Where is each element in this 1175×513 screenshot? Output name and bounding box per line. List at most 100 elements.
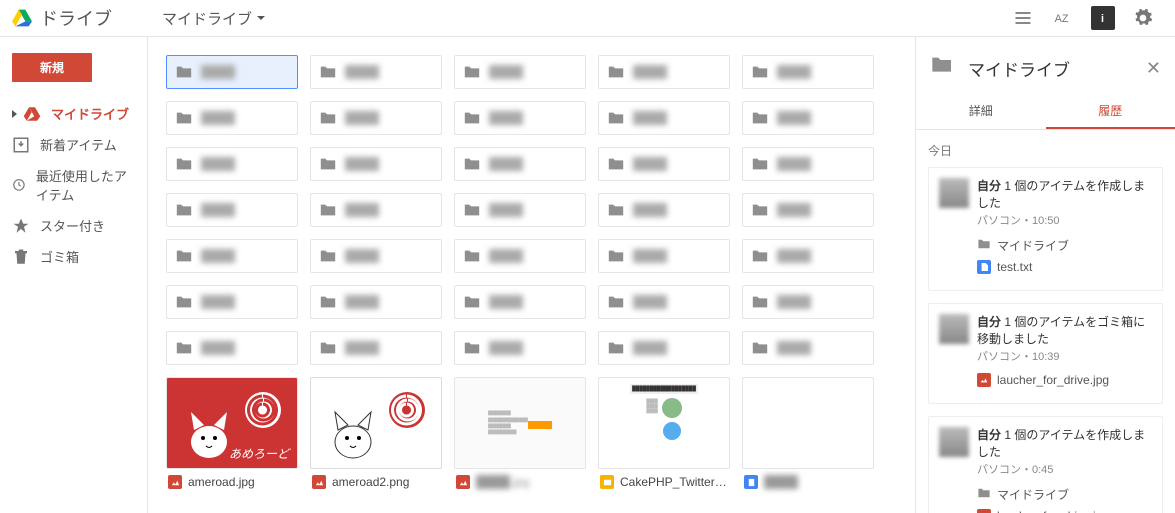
folder-tile[interactable]: ████ [310, 331, 442, 365]
file-tile[interactable]: ██████████████████████████████CakePHP_Tw… [598, 377, 730, 495]
folder-name: ████ [777, 341, 811, 355]
info-icon[interactable]: i [1091, 6, 1115, 30]
file-caption: CakePHP_TwitterA... [598, 469, 730, 495]
folder-tile[interactable]: ████ [166, 331, 298, 365]
sidebar-item-incoming[interactable]: 新着アイテム [0, 129, 147, 160]
folder-tile[interactable]: ████ [598, 55, 730, 89]
folder-tile[interactable]: ████ [742, 101, 874, 135]
file-type-icon [600, 475, 614, 489]
nav-label: 新着アイテム [40, 135, 117, 154]
panel-tabs: 詳細 履歴 [916, 94, 1175, 130]
folder-tile[interactable]: ████ [166, 55, 298, 89]
expand-icon [12, 110, 17, 118]
folder-name: ████ [345, 295, 379, 309]
day-label: 今日 [928, 142, 1163, 159]
folder-tile[interactable]: ████ [742, 239, 874, 273]
activity-file[interactable]: マイドライブ [977, 237, 1152, 254]
panel-body: 今日 自分 1 個のアイテムを作成しましたパソコン・10:50 マイドライブ tes… [916, 130, 1175, 513]
folder-tile[interactable]: ████ [166, 285, 298, 319]
folder-tile[interactable]: ████ [310, 55, 442, 89]
folder-name: ████ [201, 65, 235, 79]
file-tile[interactable]: ████ [742, 377, 874, 495]
tab-detail[interactable]: 詳細 [916, 94, 1046, 129]
sidebar-item-trash[interactable]: ゴミ箱 [0, 241, 147, 272]
folder-icon [175, 247, 193, 265]
folder-icon [607, 247, 625, 265]
file-type-icon [312, 475, 326, 489]
new-button[interactable]: 新規 [12, 53, 92, 82]
folder-tile[interactable]: ████ [598, 193, 730, 227]
folder-tile[interactable]: ████ [742, 147, 874, 181]
sidebar-item-mydrive[interactable]: マイドライブ [0, 98, 147, 129]
close-icon[interactable]: ✕ [1146, 58, 1161, 79]
folder-tile[interactable]: ████ [742, 285, 874, 319]
folder-tile[interactable]: ████ [742, 55, 874, 89]
folder-name: ████ [777, 111, 811, 125]
folder-tile[interactable]: ████ [454, 285, 586, 319]
file-tile[interactable]: ████████████████████████████████████████… [454, 377, 586, 495]
folder-tile[interactable]: ████ [598, 331, 730, 365]
file-caption: ████ [742, 469, 874, 495]
folder-tile[interactable]: ████ [598, 239, 730, 273]
gear-icon[interactable] [1131, 6, 1155, 30]
folder-tile[interactable]: ████ [598, 147, 730, 181]
incoming-icon [12, 136, 30, 154]
folder-name: ████ [345, 249, 379, 263]
folder-tile[interactable]: ████ [310, 147, 442, 181]
activity-file[interactable]: test.txt [977, 260, 1152, 274]
folder-icon [175, 63, 193, 81]
folder-icon [175, 293, 193, 311]
folder-tile[interactable]: ████ [166, 193, 298, 227]
sidebar-item-recent[interactable]: 最近使用したアイテム [0, 160, 147, 210]
folder-tile[interactable]: ████ [454, 101, 586, 135]
folder-icon [319, 155, 337, 173]
folder-tile[interactable]: ████ [598, 285, 730, 319]
folder-tile[interactable]: ████ [310, 285, 442, 319]
sort-icon[interactable]: AZ [1051, 6, 1075, 30]
folder-tile[interactable]: ████ [742, 193, 874, 227]
folder-tile[interactable]: ████ [742, 331, 874, 365]
sidebar-item-starred[interactable]: スター付き [0, 210, 147, 241]
sidebar: 新規 マイドライブ 新着アイテム 最近使用したアイテム スター付き ゴミ箱 [0, 37, 148, 513]
activity-meta: パソコン・0:45 [977, 463, 1152, 478]
folder-tile[interactable]: ████ [454, 55, 586, 89]
folder-tile[interactable]: ████ [310, 101, 442, 135]
activity-text: 自分 1 個のアイテムを作成しましたパソコン・10:50 [977, 178, 1152, 229]
folder-tile[interactable]: ████ [454, 239, 586, 273]
folder-tile[interactable]: ████ [166, 147, 298, 181]
activity-file[interactable]: laucher_for_drive.jpg [977, 509, 1152, 513]
folder-tile[interactable]: ████ [166, 101, 298, 135]
folder-name: ████ [345, 111, 379, 125]
folder-name: ████ [633, 341, 667, 355]
list-view-icon[interactable] [1011, 6, 1035, 30]
breadcrumb[interactable]: マイドライブ [162, 8, 266, 29]
panel-header: マイドライブ ✕ [916, 37, 1175, 94]
svg-text:i: i [1101, 13, 1104, 25]
panel-title: マイドライブ [968, 56, 1136, 81]
file-name: ████ [764, 475, 872, 489]
activity-file[interactable]: マイドライブ [977, 486, 1152, 503]
file-tile[interactable]: あめろーどameroad.jpg [166, 377, 298, 495]
folder-tile[interactable]: ████ [310, 239, 442, 273]
folder-tile[interactable]: ████ [598, 101, 730, 135]
activity-file-label: laucher_for_drive.jpg [997, 509, 1109, 513]
header: ドライブ マイドライブ AZ i [0, 0, 1175, 37]
breadcrumb-label: マイドライブ [162, 8, 252, 29]
folder-tile[interactable]: ████ [310, 193, 442, 227]
activity-file-label: マイドライブ [997, 486, 1069, 503]
folder-name: ████ [201, 249, 235, 263]
file-tile[interactable]: ameroad2.png [310, 377, 442, 495]
folder-tile[interactable]: ████ [166, 239, 298, 273]
file-caption: ameroad.jpg [166, 469, 298, 495]
folder-name: ████ [489, 249, 523, 263]
avatar [939, 427, 969, 457]
folder-tile[interactable]: ████ [454, 147, 586, 181]
tab-history[interactable]: 履歴 [1046, 94, 1175, 129]
thumbnail: ██████████████████████████████ [598, 377, 730, 469]
folder-tile[interactable]: ████ [454, 193, 586, 227]
activity-file[interactable]: laucher_for_drive.jpg [977, 373, 1152, 387]
folder-name: ████ [489, 295, 523, 309]
folder-icon [751, 109, 769, 127]
folder-tile[interactable]: ████ [454, 331, 586, 365]
folder-name: ████ [345, 203, 379, 217]
